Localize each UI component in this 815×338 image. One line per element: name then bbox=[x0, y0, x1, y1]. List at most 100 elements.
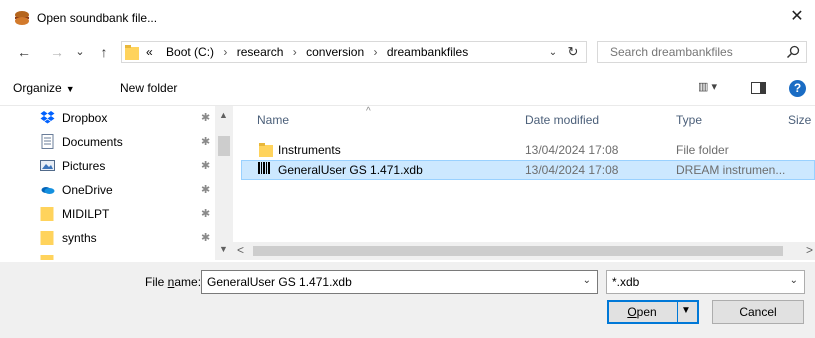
refresh-icon[interactable]: ↻ bbox=[562, 44, 584, 60]
cancel-button[interactable]: Cancel bbox=[712, 300, 804, 324]
sidebar-scrollbar[interactable]: ▲ ▼ bbox=[215, 106, 233, 260]
scrollbar-thumb[interactable] bbox=[218, 136, 230, 156]
xdb-file-icon bbox=[258, 162, 270, 174]
pin-icon: ✱ bbox=[201, 160, 211, 172]
scrollbar-thumb[interactable] bbox=[253, 246, 783, 256]
breadcrumb-dreambankfiles[interactable]: dreambankfiles bbox=[387, 45, 468, 59]
navigation-bar: ← → ⌄ ↑ « Boot (C:) › research › convers… bbox=[0, 38, 815, 66]
pictures-icon bbox=[40, 160, 55, 171]
scroll-left-icon[interactable]: < bbox=[237, 243, 244, 257]
dropbox-icon bbox=[40, 111, 55, 124]
sidebar-item-label: Pictures bbox=[62, 159, 106, 173]
scroll-up-icon[interactable]: ▲ bbox=[219, 110, 228, 120]
recent-locations-button[interactable]: ⌄ bbox=[70, 42, 90, 62]
file-date: 13/04/2024 17:08 bbox=[525, 163, 619, 177]
column-header-name[interactable]: Name ^ bbox=[241, 106, 511, 132]
file-date: 13/04/2024 17:08 bbox=[525, 143, 619, 157]
up-button[interactable]: ↑ bbox=[94, 42, 114, 62]
file-list-hscrollbar[interactable]: < > bbox=[233, 242, 815, 260]
preview-pane-icon[interactable] bbox=[751, 82, 766, 94]
breadcrumb-research[interactable]: research bbox=[237, 45, 284, 59]
file-row-instruments[interactable]: Instruments 13/04/2024 17:08 File folder bbox=[241, 140, 815, 160]
folder-icon bbox=[40, 255, 54, 260]
change-view-icon[interactable]: ▥ ▾ bbox=[698, 80, 730, 98]
sidebar-item-documents[interactable]: Documents ✱ bbox=[0, 130, 215, 154]
dialog-footer: File name: GeneralUser GS 1.471.xdb ⌄ *.… bbox=[0, 262, 815, 338]
breadcrumb-separator[interactable]: › bbox=[293, 45, 297, 59]
title-bar: Open soundbank file... ✕ bbox=[0, 0, 815, 36]
column-label: Type bbox=[676, 113, 703, 127]
new-folder-button[interactable]: New folder bbox=[120, 81, 177, 95]
pin-icon: ✱ bbox=[201, 232, 211, 244]
column-header-size[interactable]: Size bbox=[781, 106, 815, 132]
breadcrumb-separator[interactable]: › bbox=[373, 45, 377, 59]
sidebar-item-label: synths bbox=[62, 231, 97, 245]
sidebar-item-label: Dropbox bbox=[62, 111, 108, 125]
organize-label: Organize bbox=[13, 81, 62, 95]
breadcrumb: « Boot (C:) › research › conversion › dr… bbox=[146, 45, 468, 59]
close-button[interactable]: ✕ bbox=[787, 6, 807, 28]
folder-icon bbox=[259, 143, 273, 157]
file-list: Name ^ Date modified Type Size Instrumen… bbox=[241, 106, 815, 260]
scroll-down-icon[interactable]: ▼ bbox=[219, 244, 228, 254]
organize-button[interactable]: Organize ▼ bbox=[13, 81, 75, 95]
breadcrumb-boot[interactable]: Boot (C:) bbox=[166, 45, 214, 59]
open-button[interactable]: Open ▼ bbox=[607, 300, 699, 324]
sidebar-item-synths[interactable]: synths ✱ bbox=[0, 226, 215, 250]
search-icon bbox=[786, 45, 800, 59]
address-bar[interactable]: « Boot (C:) › research › conversion › dr… bbox=[121, 41, 587, 63]
file-type-select[interactable]: *.xdb ⌄ bbox=[606, 270, 805, 294]
folder-icon bbox=[40, 231, 54, 245]
file-row-generaluser[interactable]: GeneralUser GS 1.471.xdb 13/04/2024 17:0… bbox=[241, 160, 815, 180]
breadcrumb-conversion[interactable]: conversion bbox=[306, 45, 364, 59]
documents-icon bbox=[41, 134, 54, 149]
chevron-down-icon[interactable]: ⌄ bbox=[583, 275, 591, 286]
address-dropdown-icon[interactable]: ⌄ bbox=[544, 47, 562, 58]
pin-icon: ✱ bbox=[201, 136, 211, 148]
pin-icon: ✱ bbox=[201, 112, 211, 124]
forward-button[interactable]: → bbox=[47, 42, 67, 62]
pin-icon: ✱ bbox=[201, 184, 211, 196]
chevron-down-icon: ▼ bbox=[65, 84, 75, 94]
sidebar-item-onedrive[interactable]: OneDrive ✱ bbox=[0, 178, 215, 202]
file-type: DREAM instrumen... bbox=[676, 163, 786, 177]
breadcrumb-separator[interactable]: › bbox=[223, 45, 227, 59]
folder-icon bbox=[40, 207, 54, 221]
file-name: GeneralUser GS 1.471.xdb bbox=[278, 163, 423, 177]
file-name-label-pre: File bbox=[145, 275, 168, 289]
open-label: Open bbox=[609, 305, 675, 319]
file-name: Instruments bbox=[278, 143, 341, 157]
help-icon[interactable]: ? bbox=[789, 80, 806, 97]
column-header-date[interactable]: Date modified bbox=[511, 106, 651, 132]
sidebar-item-partial[interactable] bbox=[0, 250, 215, 260]
open-label-accel: O bbox=[627, 305, 637, 319]
command-toolbar: Organize ▼ New folder ▥ ▾ ? bbox=[0, 72, 815, 106]
sidebar-item-midilpt[interactable]: MIDILPT ✱ bbox=[0, 202, 215, 226]
open-dropdown-icon[interactable]: ▼ bbox=[681, 305, 691, 316]
sidebar-item-dropbox[interactable]: Dropbox ✱ bbox=[0, 106, 215, 130]
chevron-down-icon: ⌄ bbox=[789, 275, 798, 286]
folder-icon bbox=[125, 45, 139, 60]
column-label: Size bbox=[788, 113, 812, 127]
onedrive-icon bbox=[41, 187, 55, 194]
search-input[interactable]: Search dreambankfiles bbox=[597, 41, 807, 63]
file-name-field[interactable]: GeneralUser GS 1.471.xdb ⌄ bbox=[201, 270, 598, 294]
file-name-label-post: ame: bbox=[174, 275, 202, 289]
breadcrumb-overflow[interactable]: « bbox=[146, 45, 153, 59]
sidebar-item-label: MIDILPT bbox=[62, 207, 110, 221]
open-label-rest: pen bbox=[636, 305, 657, 319]
scroll-right-icon[interactable]: > bbox=[806, 243, 813, 257]
file-type-value: *.xdb bbox=[612, 275, 640, 289]
pin-icon: ✱ bbox=[201, 208, 211, 220]
file-name-value: GeneralUser GS 1.471.xdb bbox=[207, 275, 352, 289]
sidebar-item-label: OneDrive bbox=[62, 183, 113, 197]
search-placeholder: Search dreambankfiles bbox=[610, 45, 733, 59]
sort-ascending-icon: ^ bbox=[366, 106, 371, 117]
column-header-type[interactable]: Type bbox=[651, 106, 781, 132]
soundbank-app-icon bbox=[15, 11, 29, 25]
back-button[interactable]: ← bbox=[14, 42, 34, 62]
file-name-label: File name: bbox=[145, 275, 201, 289]
window-title: Open soundbank file... bbox=[37, 11, 158, 25]
navigation-pane: Dropbox ✱ Documents ✱ Pictures ✱ OneDriv… bbox=[0, 106, 233, 260]
sidebar-item-pictures[interactable]: Pictures ✱ bbox=[0, 154, 215, 178]
